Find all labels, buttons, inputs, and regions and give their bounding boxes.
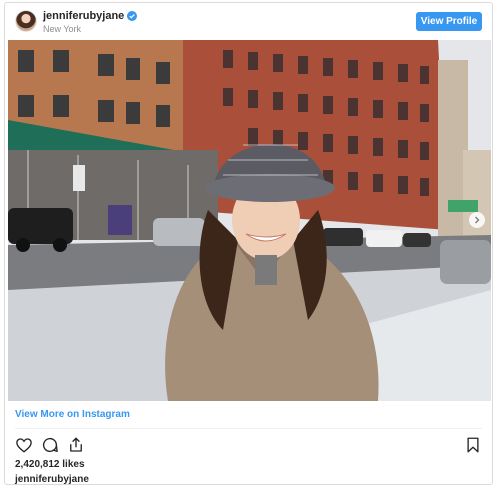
comment-button[interactable] xyxy=(41,436,59,454)
location[interactable]: New York xyxy=(43,24,81,34)
avatar[interactable] xyxy=(15,10,37,32)
instagram-embed: jenniferubyjane New York View Profile Vi… xyxy=(4,2,493,485)
divider xyxy=(15,428,482,429)
username-row[interactable]: jenniferubyjane xyxy=(43,10,138,22)
view-more-link[interactable]: View More on Instagram xyxy=(15,409,130,420)
like-button[interactable] xyxy=(15,436,33,454)
verified-badge-icon xyxy=(127,11,138,21)
next-slide-button[interactable] xyxy=(469,212,485,228)
likes-count: 2,420,812 likes xyxy=(15,459,85,470)
chevron-right-icon xyxy=(475,216,480,224)
view-profile-button[interactable]: View Profile xyxy=(416,12,482,31)
post-header: jenniferubyjane New York View Profile xyxy=(5,3,492,39)
comment-icon xyxy=(42,437,58,453)
username[interactable]: jenniferubyjane xyxy=(43,10,124,22)
post-photo-image xyxy=(8,40,491,401)
action-bar xyxy=(15,436,85,454)
save-button[interactable] xyxy=(464,436,482,454)
share-button[interactable] xyxy=(67,436,85,454)
bookmark-icon xyxy=(467,437,479,453)
heart-icon xyxy=(16,438,32,453)
caption-username[interactable]: jenniferubyjane xyxy=(15,474,89,485)
share-icon xyxy=(70,437,82,452)
post-photo[interactable] xyxy=(8,40,491,401)
